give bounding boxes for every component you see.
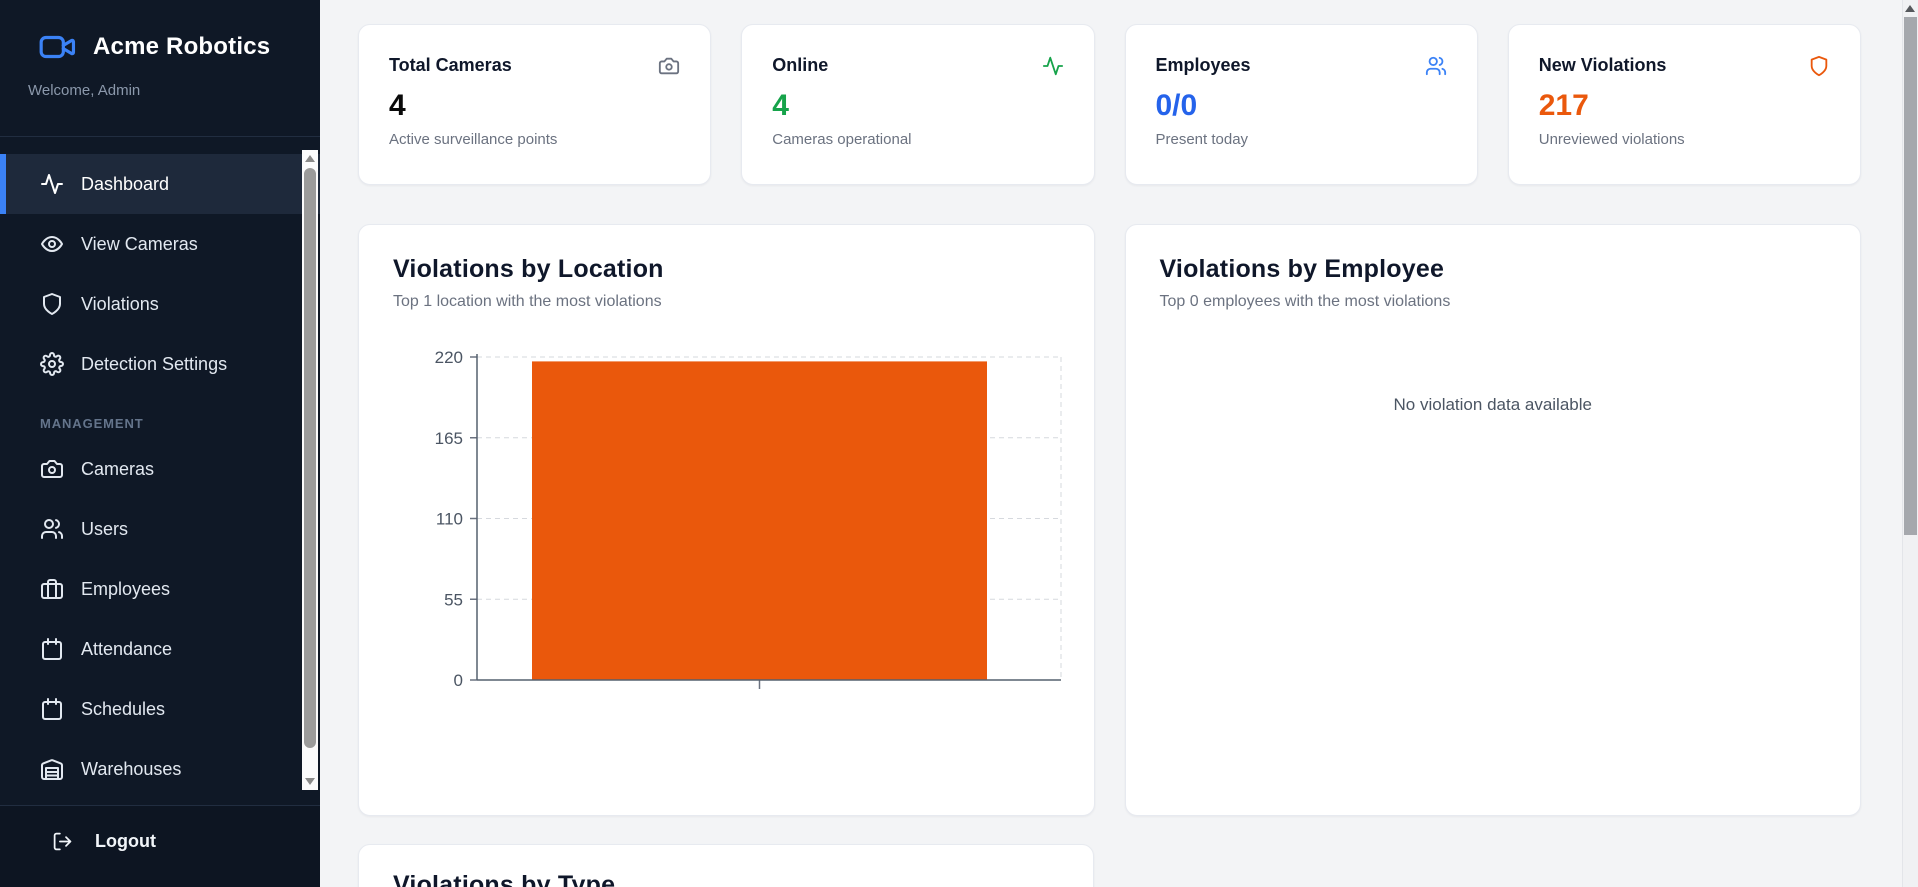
brand: Acme Robotics (0, 0, 320, 66)
sidebar-item-schedules[interactable]: Schedules (0, 679, 320, 739)
sidebar-item-employees[interactable]: Employees (0, 559, 320, 619)
activity-icon (41, 174, 63, 194)
camera-icon (41, 460, 63, 478)
stat-value: 4 (772, 89, 789, 122)
y-tick-label: 55 (444, 590, 463, 609)
sidebar-item-label: Users (81, 518, 129, 539)
stat-title: Employees (1155, 55, 1251, 75)
stat-value: 217 (1538, 89, 1589, 122)
stat-card-total-cameras: Total Cameras 4 Active surveillance poin… (358, 24, 712, 185)
sidebar-item-cameras[interactable]: Cameras (0, 439, 320, 499)
sidebar-item-violations[interactable]: Violations (0, 274, 320, 334)
y-tick-label: 0 (454, 671, 463, 690)
welcome-text: Welcome, Admin (28, 82, 141, 99)
stat-card-employees: Employees 0/0 Present today (1124, 24, 1478, 185)
logout-label: Logout (95, 831, 156, 851)
sidebar-item-view-cameras[interactable]: View Cameras (0, 214, 320, 274)
sidebar-item-label: Employees (81, 578, 171, 599)
logout-icon (53, 832, 72, 851)
chart-title: Violations by Employee (1159, 255, 1445, 283)
video-camera-icon (39, 35, 76, 59)
y-tick-label: 110 (436, 510, 463, 529)
sidebar: Acme Robotics Welcome, Admin Dashboard V… (0, 0, 320, 887)
stat-value: 0/0 (1155, 89, 1198, 122)
camera-icon (659, 57, 680, 75)
sidebar-item-label: Attendance (81, 638, 173, 659)
briefcase-icon (41, 579, 63, 599)
scroll-down-arrow-icon[interactable] (305, 778, 315, 785)
users-icon (1425, 56, 1446, 76)
management-section-label: MANAGEMENT (40, 416, 144, 431)
sidebar-scrollbar-thumb[interactable] (304, 168, 316, 748)
sidebar-item-dashboard[interactable]: Dashboard (0, 154, 320, 214)
charts-row: Violations by Location Top 1 location wi… (358, 224, 1861, 816)
sidebar-item-label: Cameras (81, 458, 155, 479)
shield-icon (1810, 55, 1828, 77)
sidebar-item-label: Warehouses (81, 758, 182, 779)
stats-row: Total Cameras 4 Active surveillance poin… (358, 24, 1861, 185)
y-tick-label: 220 (435, 348, 463, 367)
bar-0[interactable] (532, 361, 987, 680)
stat-subtitle: Unreviewed violations (1538, 131, 1685, 148)
empty-state-message: No violation data available (1393, 395, 1592, 414)
violations-by-employee-card: Violations by Employee Top 0 employees w… (1124, 224, 1861, 816)
sidebar-item-label: Violations (81, 293, 159, 314)
warehouse-icon (40, 759, 64, 780)
stat-title: Total Cameras (389, 55, 512, 75)
sidebar-divider (0, 136, 320, 137)
sidebar-item-label: Dashboard (81, 173, 170, 194)
sidebar-item-label: Schedules (81, 698, 166, 719)
users-icon (41, 519, 63, 539)
page-scrollbar-thumb[interactable] (1904, 17, 1917, 535)
chart-subtitle: Top 0 employees with the most violations (1159, 293, 1451, 310)
sidebar-item-warehouses[interactable]: Warehouses (0, 739, 320, 799)
sidebar-scrollbar[interactable] (302, 150, 318, 790)
sidebar-item-attendance[interactable]: Attendance (0, 619, 320, 679)
sidebar-item-detection-settings[interactable]: Detection Settings (0, 334, 320, 394)
page-scrollbar[interactable] (1902, 0, 1918, 887)
violations-by-type-card: Violations by Type (358, 844, 1094, 887)
sidebar-nav: Dashboard View Cameras Violations Detect… (0, 154, 320, 799)
brand-name: Acme Robotics (93, 33, 271, 60)
sidebar-item-users[interactable]: Users (0, 499, 320, 559)
stat-title: New Violations (1538, 55, 1667, 75)
chart-title: Violations by Type (393, 871, 616, 887)
calendar-icon (42, 698, 62, 720)
sidebar-item-label: Detection Settings (81, 353, 228, 374)
scroll-up-arrow-icon[interactable] (305, 155, 315, 162)
stat-subtitle: Present today (1155, 131, 1249, 148)
stat-card-new-violations: New Violations 217 Unreviewed violations (1507, 24, 1861, 185)
y-tick-label: 165 (435, 429, 463, 448)
eye-icon (41, 236, 63, 252)
stat-card-online: Online 4 Cameras operational (741, 24, 1095, 185)
logout-button[interactable]: Logout (0, 806, 320, 852)
sidebar-item-label: View Cameras (81, 233, 198, 254)
dashboard-page: Acme Robotics Welcome, Admin Dashboard V… (0, 0, 1918, 887)
activity-icon (1042, 56, 1063, 76)
calendar-icon (42, 638, 62, 660)
logout-section: Logout (0, 805, 320, 887)
shield-icon (43, 293, 61, 315)
gear-icon (40, 352, 64, 376)
stat-subtitle: Cameras operational (772, 131, 912, 148)
stat-subtitle: Active surveillance points (389, 131, 558, 148)
scroll-up-arrow-icon[interactable] (1905, 5, 1915, 12)
stat-value: 4 (389, 89, 406, 122)
violations-by-location-card: Violations by Location Top 1 location wi… (358, 224, 1095, 816)
stat-title: Online (772, 55, 829, 75)
violations-by-location-bar-chart: 0 55 110 165 220 (435, 348, 1062, 690)
